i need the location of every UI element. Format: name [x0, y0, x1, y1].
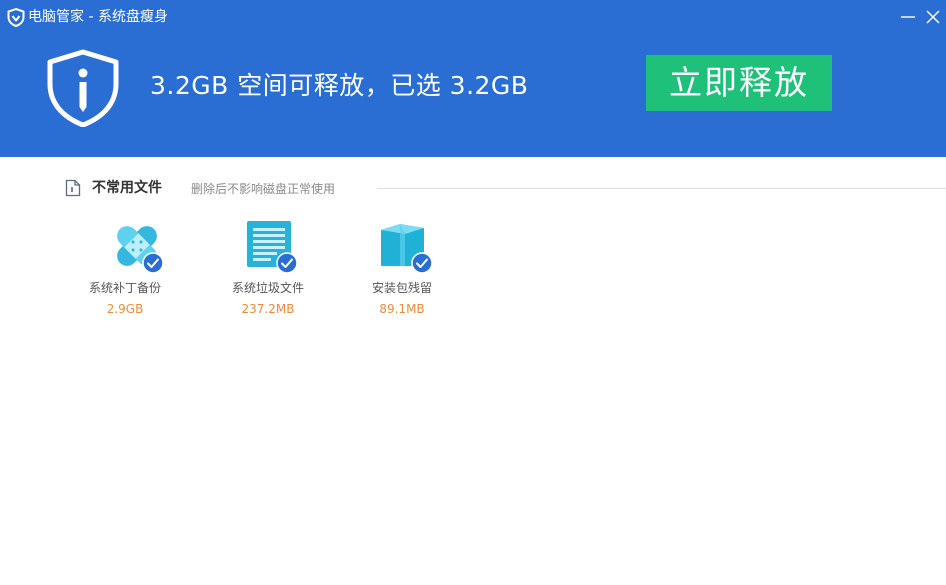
item-system-patch-backup[interactable]: 系统补丁备份 2.9GB	[60, 215, 190, 325]
release-now-button[interactable]: 立即释放	[646, 55, 832, 111]
header-banner: 电脑管家 - 系统盘瘦身 3.2GB 空间可释放，已选 3.2GB 立即释放	[0, 0, 946, 157]
item-installer-residue[interactable]: 安装包残留 89.1MB	[337, 215, 467, 325]
item-label: 系统补丁备份	[88, 281, 161, 295]
check-icon[interactable]	[276, 252, 298, 274]
shield-info-icon	[47, 49, 119, 127]
item-label: 安装包残留	[371, 281, 432, 295]
shield-logo-icon	[7, 8, 25, 27]
document-icon	[65, 179, 81, 197]
space-summary: 3.2GB 空间可释放，已选 3.2GB	[150, 71, 529, 100]
window-title: 电脑管家 - 系统盘瘦身	[28, 9, 168, 25]
section-description: 删除后不影响磁盘正常使用	[191, 182, 336, 196]
minimize-icon[interactable]	[899, 8, 917, 26]
close-icon[interactable]	[924, 8, 942, 26]
item-icon	[109, 218, 165, 274]
item-system-junk-files[interactable]: 系统垃圾文件 237.2MB	[203, 215, 333, 325]
check-icon[interactable]	[411, 252, 433, 274]
section-divider	[377, 188, 946, 189]
item-size: 237.2MB	[241, 302, 295, 316]
item-size: 89.1MB	[379, 302, 425, 316]
item-label: 系统垃圾文件	[231, 281, 304, 295]
section-title: 不常用文件	[92, 180, 162, 196]
check-icon[interactable]	[142, 252, 164, 274]
item-size: 2.9GB	[106, 302, 144, 316]
item-icon	[378, 218, 434, 274]
item-icon	[243, 218, 299, 274]
